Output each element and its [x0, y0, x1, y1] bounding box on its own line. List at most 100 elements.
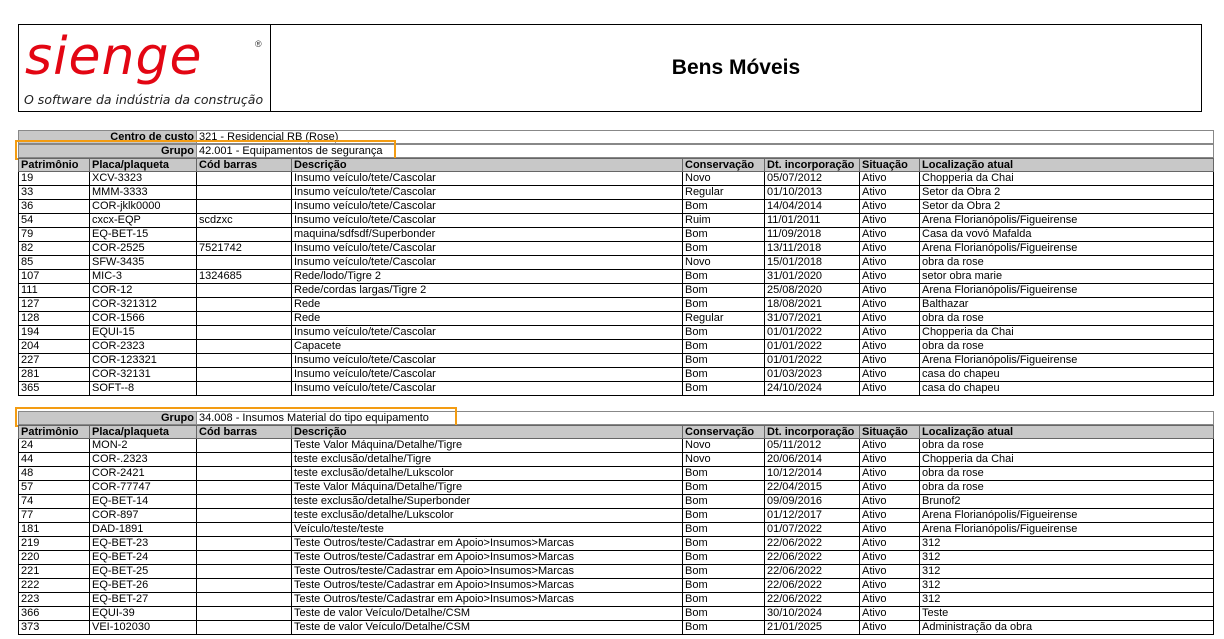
cell-descricao: Insumo veículo/tete/Cascolar: [292, 256, 683, 269]
cell-dt-incorporacao: 01/01/2022: [765, 326, 860, 339]
cell-dt-incorporacao: 22/06/2022: [765, 593, 860, 606]
cell-descricao: Rede/lodo/Tigre 2: [292, 270, 683, 283]
cell-placa: MMM-3333: [90, 186, 197, 199]
cell-patrimonio: 111: [19, 284, 90, 297]
cell-conservacao: Bom: [683, 495, 765, 508]
cell-localizacao: casa do chapeu: [922, 368, 1000, 380]
cell-situacao: Ativo: [860, 621, 920, 634]
cell-conservacao: Bom: [683, 340, 765, 353]
cell-situacao: Ativo: [860, 495, 920, 508]
cell-patrimonio: 57: [19, 481, 90, 494]
cell-placa: COR-123321: [90, 354, 197, 367]
cell-descricao: Teste Outros/teste/Cadastrar em Apoio>In…: [292, 593, 683, 606]
cell-placa: COR-2525: [90, 242, 197, 255]
cell-cod-barras: [197, 256, 292, 269]
cell-localizacao: Arena Florianópolis/Figueirense: [922, 523, 1078, 535]
cell-localizacao: Arena Florianópolis/Figueirense: [922, 509, 1078, 521]
cell-placa: SOFT--8: [90, 382, 197, 395]
cell-placa: COR-897: [90, 509, 197, 522]
cell-conservacao: Bom: [683, 382, 765, 395]
cell-localizacao: 312: [922, 593, 941, 605]
cell-patrimonio: 24: [19, 439, 90, 452]
cell-placa: SFW-3435: [90, 256, 197, 269]
cell-conservacao: Ruim: [683, 214, 765, 227]
cell-cod-barras: [197, 200, 292, 213]
cell-descricao: Teste Valor Máquina/Detalhe/Tigre: [292, 439, 683, 452]
cell-localizacao: 312: [922, 565, 941, 577]
cell-localizacao: Setor da Obra 2: [922, 186, 1001, 198]
cell-conservacao: Novo: [683, 256, 765, 269]
group-highlight-box: [15, 407, 457, 427]
cell-situacao: Ativo: [860, 354, 920, 367]
column-header-dt-incorporacao: Dt. incorporação: [765, 426, 860, 438]
cell-situacao: Ativo: [860, 312, 920, 325]
cell-patrimonio: 128: [19, 312, 90, 325]
column-header-situacao: Situação: [860, 159, 920, 171]
cell-patrimonio: 36: [19, 200, 90, 213]
cell-cod-barras: [197, 579, 292, 592]
cell-patrimonio: 74: [19, 495, 90, 508]
table-row: 111 COR-12 Rede/cordas largas/Tigre 2 Bom 25…: [18, 284, 1214, 298]
cell-dt-incorporacao: 10/12/2014: [765, 467, 860, 480]
column-header-placa: Placa/plaqueta: [90, 426, 197, 438]
cell-situacao: Ativo: [860, 172, 920, 185]
cell-localizacao: casa do chapeu: [922, 382, 1000, 394]
cell-situacao: Ativo: [860, 537, 920, 550]
table-row: 19 XCV-3323 Insumo veículo/tete/Cascolar No…: [18, 172, 1214, 186]
cell-cod-barras: scdzxc: [197, 214, 292, 227]
cell-dt-incorporacao: 20/06/2014: [765, 453, 860, 466]
cell-placa: MIC-3: [90, 270, 197, 283]
table-row: 24 MON-2 Teste Valor Máquina/Detalhe/Tigre…: [18, 439, 1214, 453]
cell-situacao: Ativo: [860, 467, 920, 480]
cell-placa: COR-77747: [90, 481, 197, 494]
cell-localizacao: obra da rose: [922, 312, 984, 324]
column-header-cod-barras: Cód barras: [197, 426, 292, 438]
cell-situacao: Ativo: [860, 256, 920, 269]
cell-descricao: Veículo/teste/teste: [292, 523, 683, 536]
cell-descricao: Rede: [292, 312, 683, 325]
cell-placa: COR-12: [90, 284, 197, 297]
table-header-row: Patrimônio Placa/plaqueta Cód barras Descri…: [18, 158, 1214, 172]
table-row: 181 DAD-1891 Veículo/teste/teste Bom 01/07/2…: [18, 523, 1214, 537]
cell-placa: EQ-BET-27: [90, 593, 197, 606]
cell-dt-incorporacao: 01/01/2022: [765, 354, 860, 367]
cell-patrimonio: 82: [19, 242, 90, 255]
cell-localizacao: 312: [922, 551, 941, 563]
cell-patrimonio: 222: [19, 579, 90, 592]
cell-descricao: Teste Valor Máquina/Detalhe/Tigre: [292, 481, 683, 494]
cell-localizacao: Administração da obra: [922, 621, 1033, 633]
cell-dt-incorporacao: 09/09/2016: [765, 495, 860, 508]
column-header-situacao: Situação: [860, 426, 920, 438]
cell-patrimonio: 220: [19, 551, 90, 564]
cell-placa: COR-.2323: [90, 453, 197, 466]
table-row: 223 EQ-BET-27 Teste Outros/teste/Cadastrar…: [18, 593, 1214, 607]
cell-conservacao: Novo: [683, 439, 765, 452]
cell-cod-barras: [197, 481, 292, 494]
cell-placa: COR-2323: [90, 340, 197, 353]
cell-placa: MON-2: [90, 439, 197, 452]
table-row: 127 COR-321312 Rede Bom 18/08/2021 Ativo Balth…: [18, 298, 1214, 312]
cell-situacao: Ativo: [860, 298, 920, 311]
cell-cod-barras: [197, 228, 292, 241]
cell-descricao: maquina/sdfsdf/Superbonder: [292, 228, 683, 241]
cell-dt-incorporacao: 01/01/2022: [765, 340, 860, 353]
cell-conservacao: Bom: [683, 621, 765, 634]
cell-placa: EQ-BET-26: [90, 579, 197, 592]
cell-conservacao: Bom: [683, 368, 765, 381]
cell-cod-barras: [197, 495, 292, 508]
cell-localizacao: 312: [922, 579, 941, 591]
cell-cod-barras: [197, 439, 292, 452]
cell-descricao: Insumo veículo/tete/Cascolar: [292, 172, 683, 185]
cell-dt-incorporacao: 05/07/2012: [765, 172, 860, 185]
logo-registered-mark: ®: [255, 39, 262, 49]
cell-dt-incorporacao: 22/06/2022: [765, 537, 860, 550]
cell-conservacao: Bom: [683, 200, 765, 213]
cell-conservacao: Novo: [683, 172, 765, 185]
cell-conservacao: Regular: [683, 312, 765, 325]
table-row: 281 COR-32131 Insumo veículo/tete/Cascolar…: [18, 368, 1214, 382]
cell-placa: COR-2421: [90, 467, 197, 480]
cell-conservacao: Bom: [683, 284, 765, 297]
cell-cod-barras: [197, 172, 292, 185]
cell-placa: EQ-BET-14: [90, 495, 197, 508]
column-header-conservacao: Conservação: [683, 426, 765, 438]
